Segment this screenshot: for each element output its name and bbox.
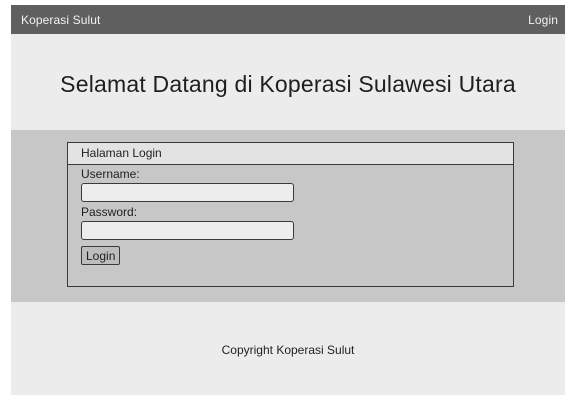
footer: Copyright Koperasi Sulut <box>11 302 565 395</box>
login-section: Halaman Login Username: Password: Login <box>11 130 565 302</box>
login-panel: Halaman Login Username: Password: Login <box>67 142 514 287</box>
copyright-text: Copyright Koperasi Sulut <box>221 342 355 357</box>
password-field[interactable] <box>81 221 294 240</box>
nav-login-link[interactable]: Login <box>528 13 558 27</box>
page: Koperasi Sulut Login Selamat Datang di K… <box>0 0 568 398</box>
login-panel-title: Halaman Login <box>68 143 513 165</box>
username-label: Username: <box>81 167 140 181</box>
login-form: Username: Password: Login <box>68 165 513 265</box>
brand-link[interactable]: Koperasi Sulut <box>21 13 100 27</box>
username-field[interactable] <box>81 183 294 202</box>
login-button[interactable]: Login <box>81 246 121 265</box>
password-label: Password: <box>81 205 138 219</box>
top-navbar: Koperasi Sulut Login <box>11 5 565 34</box>
hero-banner: Selamat Datang di Koperasi Sulawesi Utar… <box>11 34 565 130</box>
page-title: Selamat Datang di Koperasi Sulawesi Utar… <box>60 70 516 97</box>
